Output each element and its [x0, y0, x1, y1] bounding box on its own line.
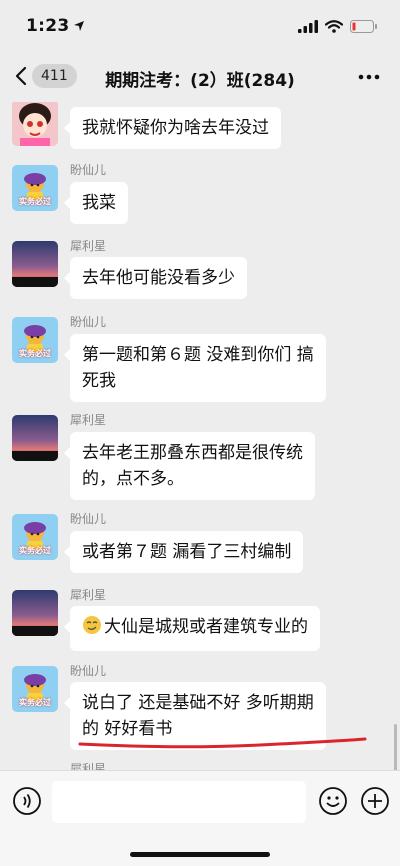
message-bubble[interactable]: 第一题和第６题 没难到你们 搞 死我: [64, 334, 326, 402]
sender-name: 盼仙儿: [70, 512, 107, 526]
message-bubble[interactable]: 说白了 还是基础不好 多听期期 的 好好看书: [64, 682, 326, 750]
sender-name: 犀利星: [70, 413, 107, 427]
sunset-avatar[interactable]: [12, 590, 58, 636]
status-time-group: 1:23: [26, 16, 85, 36]
avatar-caption: 实务必过: [19, 698, 51, 707]
message-bubble[interactable]: 或者第７题 漏看了三村编制: [63, 531, 304, 573]
message-input[interactable]: [52, 781, 306, 823]
status-icons: [298, 19, 378, 33]
message-text-line: 第一题和第６题 没难到你们 搞: [82, 345, 314, 365]
message-text-line: 说白了 还是基础不好 多听期期: [82, 693, 314, 713]
avatar-caption: 实务必过: [19, 197, 51, 206]
chat-title: 期期注考：(2）班(284): [105, 71, 295, 91]
home-indicator: [130, 852, 270, 857]
more-icon[interactable]: [358, 74, 380, 80]
message-text: 大仙是城规或者建筑专业的: [104, 617, 308, 637]
message-bubble[interactable]: 我菜: [64, 182, 128, 224]
message-text-line: 死我: [82, 371, 116, 391]
emoji-face-icon: [82, 615, 102, 643]
message-text-line: 的，点不多。: [82, 469, 184, 489]
emoji-icon[interactable]: [318, 786, 348, 816]
battery-low-icon: [350, 19, 377, 33]
chat-message-list[interactable]: 我就怀疑你为啥去年没过 盼仙儿 实务必过 我菜 犀利星 去年他可能没看多少 盼仙…: [0, 102, 400, 770]
message-bubble[interactable]: 我就怀疑你为啥去年没过: [64, 107, 281, 149]
message-bubble[interactable]: 去年老王那叠东西都是很传统 的，点不多。: [64, 432, 315, 500]
location-arrow-icon: [74, 21, 85, 31]
status-bar: 1:23: [0, 0, 400, 52]
message-text: 去年他可能没看多少: [82, 268, 235, 288]
sender-name: 犀利星: [70, 762, 107, 770]
wifi-icon: [325, 19, 343, 33]
cartoon-girl-avatar[interactable]: [12, 102, 58, 146]
message-bubble[interactable]: 大仙是城规或者建筑专业的: [64, 606, 320, 651]
sticker-avatar[interactable]: 实务必过: [12, 514, 58, 560]
sticker-avatar[interactable]: 实务必过: [12, 317, 58, 363]
sunset-avatar[interactable]: [12, 415, 58, 461]
sticker-avatar[interactable]: 实务必过: [12, 165, 58, 211]
chat-header: 411 期期注考：(2）班(284): [0, 52, 400, 102]
sender-name: 盼仙儿: [70, 664, 107, 678]
sticker-avatar[interactable]: 实务必过: [12, 666, 58, 712]
message-text: 我菜: [82, 193, 116, 213]
message-bubble[interactable]: 去年他可能没看多少: [64, 257, 247, 299]
sender-name: 盼仙儿: [70, 163, 107, 177]
avatar-caption: 实务必过: [19, 349, 51, 358]
message-text-line: 去年老王那叠东西都是很传统: [82, 443, 303, 463]
scrollbar-thumb[interactable]: [394, 724, 397, 770]
status-time: 1:23: [26, 16, 70, 36]
sunset-avatar[interactable]: [12, 241, 58, 287]
sender-name: 犀利星: [70, 588, 107, 602]
plus-icon[interactable]: [360, 786, 390, 816]
voice-icon[interactable]: [12, 786, 42, 816]
sender-name: 盼仙儿: [70, 315, 107, 329]
sender-name: 犀利星: [70, 239, 107, 253]
avatar-caption: 实务必过: [19, 546, 51, 555]
message-text-line: 的 好好看书: [82, 719, 173, 739]
message-text: 或者第７题 漏看了三村编制: [82, 542, 292, 562]
signal-icon: [298, 19, 318, 33]
message-text: 我就怀疑你为啥去年没过: [82, 118, 269, 138]
